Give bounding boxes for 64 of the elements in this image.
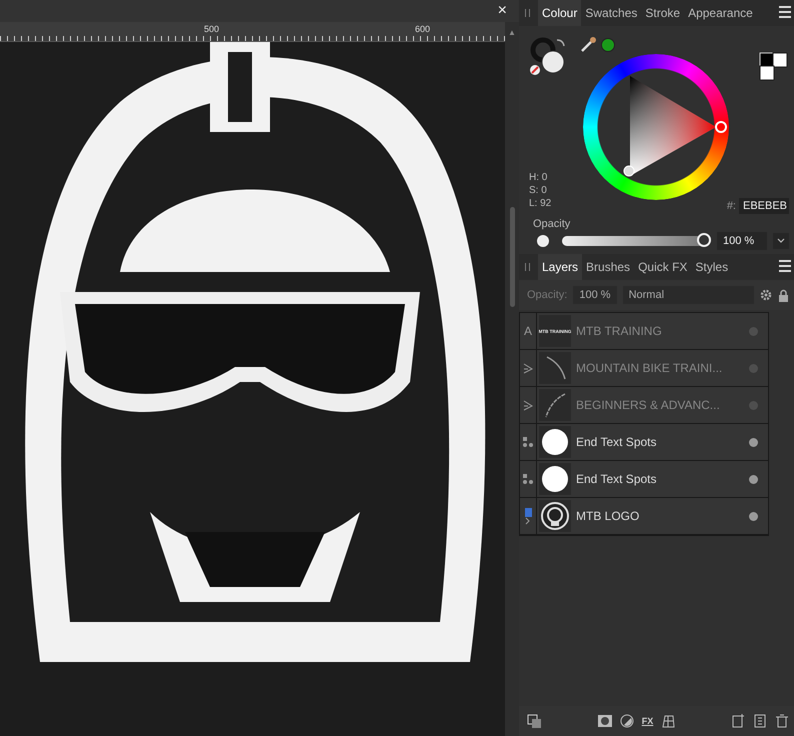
hex-field[interactable]: EBEBEB xyxy=(739,198,789,214)
path-layer-icon[interactable] xyxy=(522,398,534,412)
path-layer-icon[interactable] xyxy=(522,362,534,374)
visibility-dot[interactable] xyxy=(749,438,758,446)
visibility-dot[interactable] xyxy=(749,400,758,410)
dropdown-button[interactable] xyxy=(773,233,789,249)
text-layer-icon: A xyxy=(524,324,532,338)
gear-icon[interactable] xyxy=(760,289,772,301)
opacity-dropdown[interactable]: 100 % xyxy=(573,286,617,304)
layer-row[interactable]: MTB LOGO xyxy=(520,498,768,535)
opacity-swatch xyxy=(537,235,549,247)
caret-icon[interactable] xyxy=(777,237,785,244)
layer-row[interactable]: End Text Spots xyxy=(520,424,768,461)
ruler-label: 600 xyxy=(415,23,430,34)
slider-thumb[interactable] xyxy=(697,233,711,247)
mask-icon[interactable] xyxy=(598,714,612,728)
panel-tab[interactable]: Swatches xyxy=(581,0,642,26)
lock-icon[interactable] xyxy=(778,288,789,302)
visibility-dot[interactable] xyxy=(749,364,758,372)
menu-icon[interactable] xyxy=(779,4,791,18)
hex-label: #: xyxy=(726,200,736,212)
close-button[interactable]: × xyxy=(496,2,509,20)
layer-name: End Text Spots xyxy=(575,472,658,486)
panel-tab[interactable]: Styles xyxy=(691,254,732,280)
scrollbar-thumb[interactable] xyxy=(510,207,514,307)
mesh-icon[interactable] xyxy=(661,714,676,728)
layer-name: MTB LOGO xyxy=(575,509,640,523)
hsl-value: L: 92 xyxy=(529,197,552,210)
trash-icon[interactable] xyxy=(775,714,790,728)
effects-button[interactable]: FX xyxy=(642,716,654,726)
panel-tab[interactable]: Brushes xyxy=(582,254,634,280)
panel-tab[interactable]: Layers xyxy=(538,254,582,280)
expand-caret-icon[interactable] xyxy=(524,516,532,524)
hsl-value: S: 0 xyxy=(529,184,548,197)
adjustment-icon[interactable] xyxy=(620,714,634,728)
visibility-dot[interactable] xyxy=(749,326,758,336)
opacity-field[interactable]: 100 % xyxy=(717,232,767,250)
layers-stack-icon[interactable] xyxy=(527,714,542,728)
layer-name: MOUNTAIN BIKE TRAINI... xyxy=(575,361,724,375)
opacity-label: Opacity: xyxy=(527,289,568,301)
layer-name: End Text Spots xyxy=(575,435,658,449)
group-marker-icon xyxy=(524,508,532,516)
menu-icon[interactable] xyxy=(779,258,791,272)
shape-layer-icon[interactable] xyxy=(522,436,534,448)
recent-colour-swatch[interactable] xyxy=(601,38,615,52)
layer-row[interactable]: End Text Spots xyxy=(520,461,768,498)
panel-tab[interactable]: Appearance xyxy=(684,0,757,26)
opacity-label: Opacity xyxy=(532,217,572,230)
visibility-dot[interactable] xyxy=(749,512,758,520)
panel-tab[interactable]: Stroke xyxy=(641,0,684,26)
ruler-label: 500 xyxy=(204,23,220,34)
shape-layer-icon[interactable] xyxy=(522,473,534,485)
eyedropper-icon[interactable] xyxy=(579,36,597,54)
scroll-up-button[interactable]: ▲ xyxy=(508,22,516,37)
hsl-value: H: 0 xyxy=(529,171,548,184)
layer-name: BEGINNERS & ADVANC... xyxy=(575,398,721,412)
panel-tab[interactable]: Colour xyxy=(538,0,582,26)
visibility-dot[interactable] xyxy=(749,474,758,484)
default-colours-icon[interactable] xyxy=(759,52,789,82)
layer-name: MTB TRAINING xyxy=(575,324,663,338)
panel-tab[interactable]: Quick FX xyxy=(634,254,692,280)
blend-mode-dropdown[interactable]: Normal xyxy=(622,286,754,304)
group-icon[interactable] xyxy=(753,714,768,728)
add-layer-icon[interactable] xyxy=(731,714,746,728)
